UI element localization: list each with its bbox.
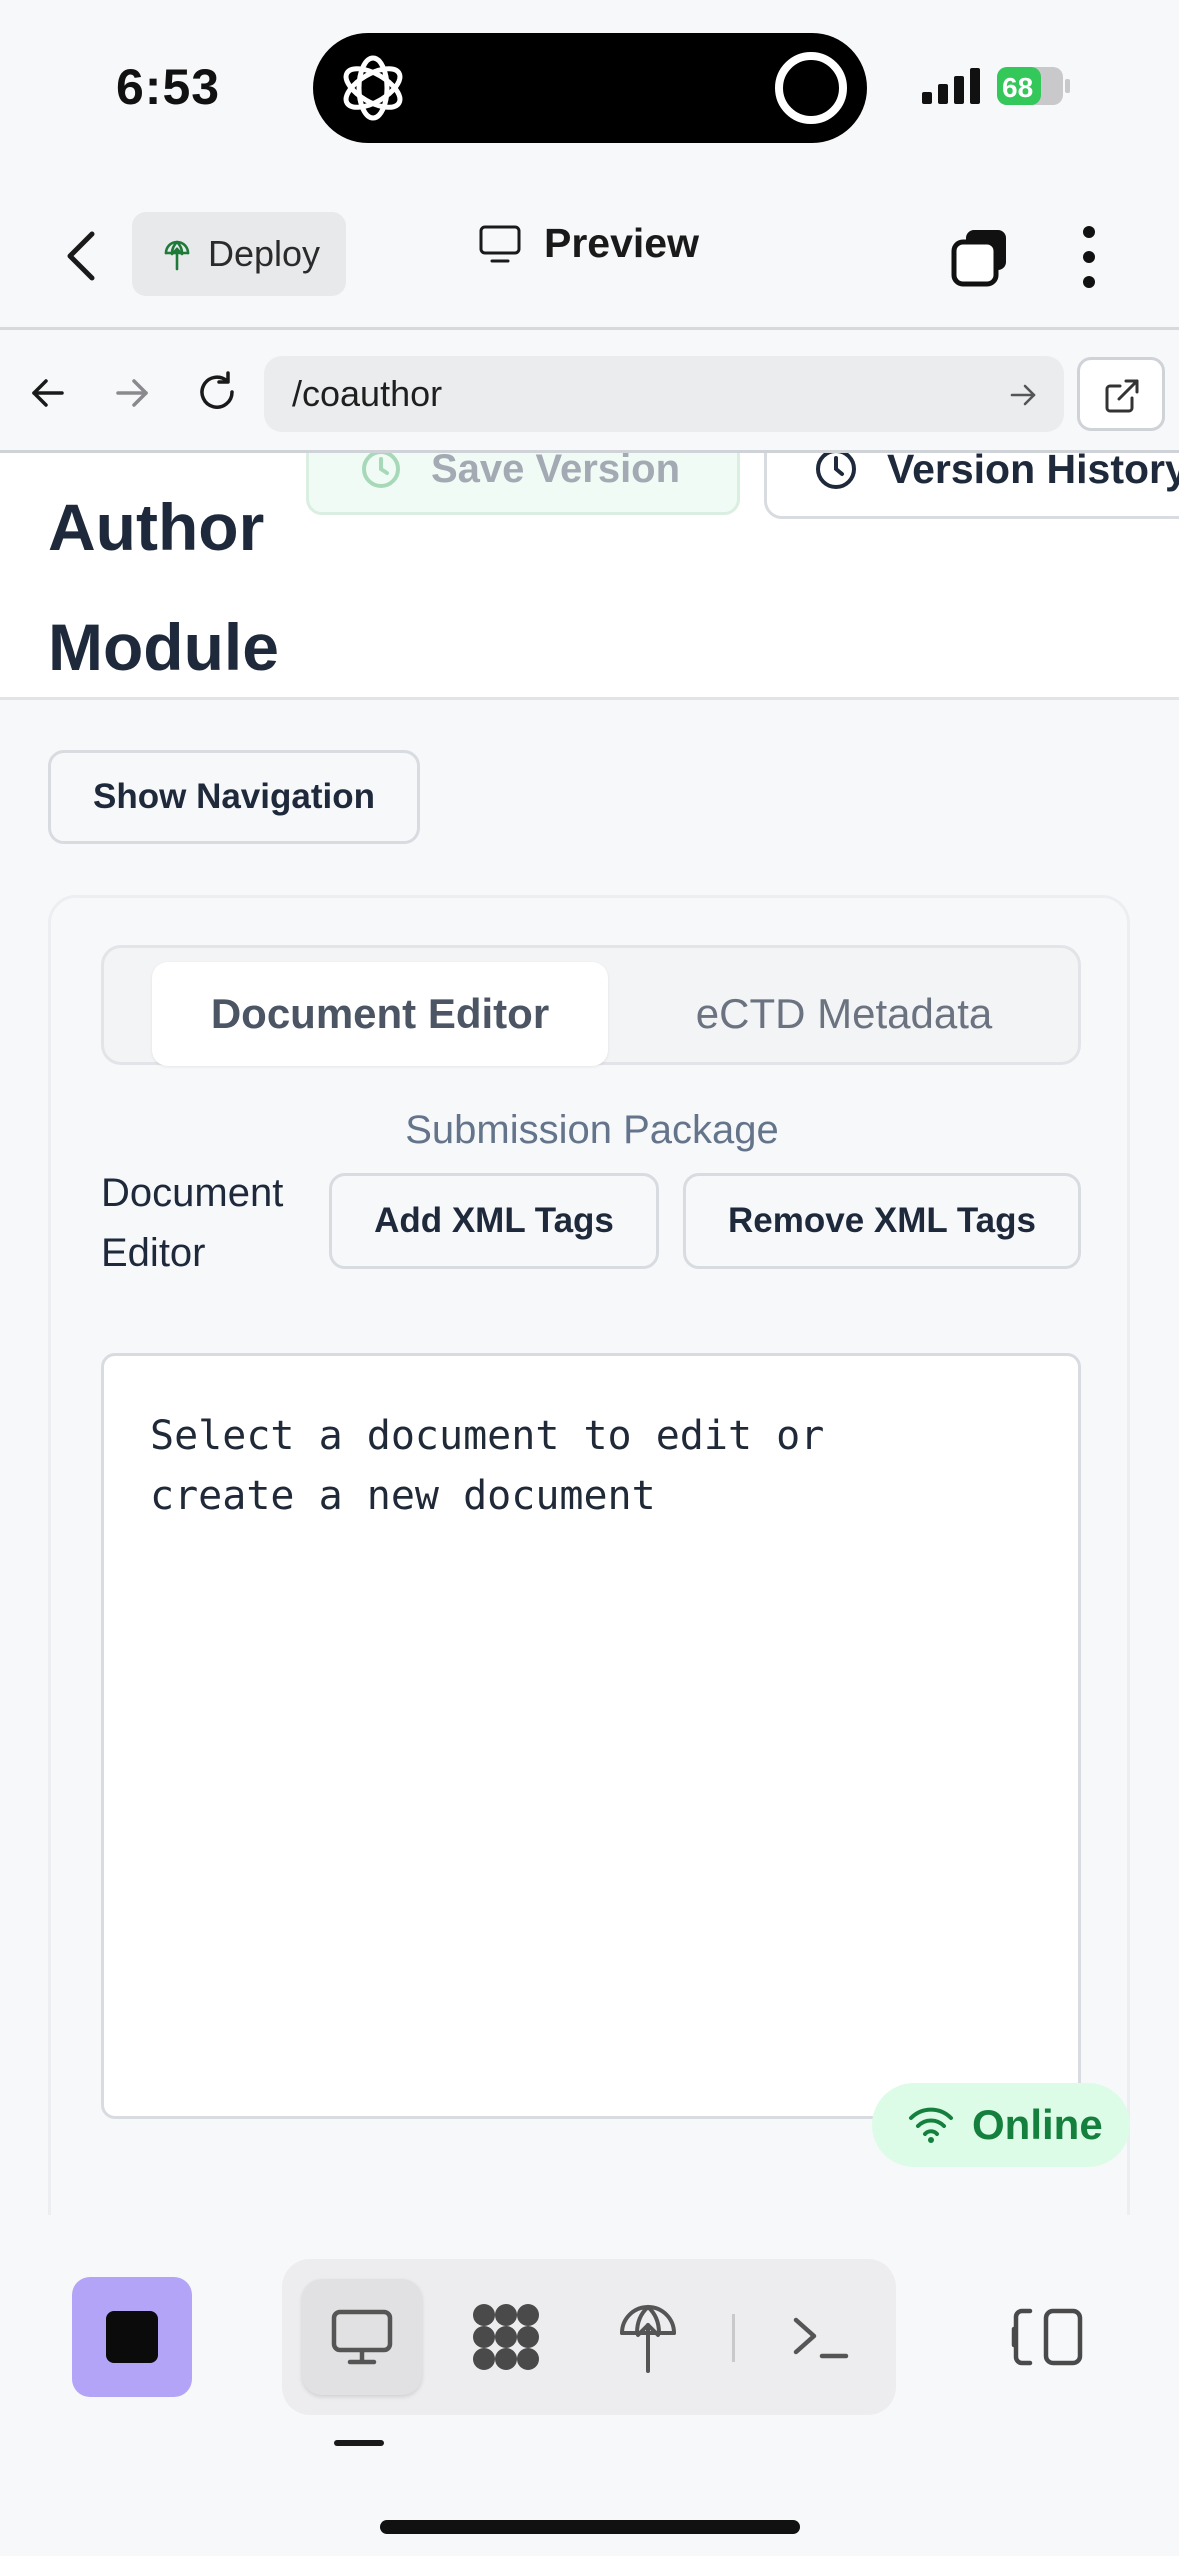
tab-document-editor[interactable]: Document Editor [152, 962, 608, 1066]
deploy-view-button[interactable] [588, 2279, 708, 2395]
terminal-view-button[interactable] [760, 2279, 880, 2395]
openai-logo-icon [343, 55, 403, 121]
show-navigation-button[interactable]: Show Navigation [48, 750, 420, 844]
add-xml-tags-button[interactable]: Add XML Tags [329, 1173, 659, 1269]
bottom-toolbar [0, 2215, 1179, 2556]
activity-ring-icon [775, 52, 847, 124]
page-header: Author Module Save Version Version Histo… [0, 453, 1179, 700]
preview-label: Preview [544, 220, 699, 266]
editor-tabs: Document Editor eCTD Metadata [101, 945, 1081, 1066]
url-field[interactable]: /coauthor [264, 356, 1064, 432]
preview-tab[interactable]: Preview [478, 220, 699, 267]
online-status-label: Online [972, 2101, 1103, 2148]
home-indicator[interactable] [380, 2520, 800, 2534]
editor-placeholder: Select a document to edit or create a ne… [150, 1413, 825, 1519]
toolbar-divider [732, 2314, 735, 2362]
document-editor-textarea[interactable]: Select a document to edit or create a ne… [101, 1353, 1081, 2119]
remove-xml-tags-label: Remove XML Tags [728, 1201, 1036, 1240]
stop-square-icon [106, 2311, 158, 2363]
submission-package-label: Submission Package [405, 1108, 779, 1152]
battery-icon: 68 [997, 67, 1070, 105]
add-xml-tags-label: Add XML Tags [374, 1201, 614, 1240]
deploy-icon [620, 2305, 676, 2373]
desktop-view-button[interactable] [302, 2279, 422, 2395]
apps-grid-icon [473, 2304, 539, 2370]
url-text: /coauthor [292, 373, 443, 414]
apps-view-button[interactable] [446, 2279, 566, 2395]
go-arrow-icon[interactable] [1008, 380, 1038, 410]
save-version-button[interactable]: Save Version [306, 453, 740, 515]
show-navigation-label: Show Navigation [93, 777, 375, 816]
stop-button[interactable] [72, 2277, 192, 2397]
sidebar-toggle-icon[interactable] [1010, 2307, 1084, 2367]
browser-forward-icon[interactable] [112, 373, 152, 413]
back-chevron-icon[interactable] [62, 228, 102, 284]
terminal-icon [793, 2317, 849, 2359]
history-clock-icon [816, 453, 856, 489]
remove-xml-tags-button[interactable]: Remove XML Tags [683, 1173, 1081, 1269]
tabs-switcher-icon[interactable] [948, 226, 1012, 290]
monitor-icon [479, 225, 521, 262]
version-history-label: Version History [887, 453, 1179, 492]
wifi-icon [909, 2107, 953, 2143]
external-link-icon [1105, 379, 1139, 413]
globe-deploy-icon [164, 240, 190, 271]
open-external-button[interactable] [1077, 357, 1165, 431]
deploy-button[interactable]: Deploy [132, 212, 346, 296]
reload-icon[interactable] [194, 369, 240, 415]
browser-bar: /coauthor [0, 333, 1179, 453]
desktop-icon [331, 2309, 393, 2365]
deploy-label: Deploy [208, 233, 321, 274]
save-version-label: Save Version [431, 453, 681, 491]
clock-save-icon [362, 453, 400, 488]
editor-card: Document Editor eCTD Metadata Submission… [48, 895, 1130, 2245]
more-options-icon[interactable] [1078, 224, 1100, 290]
page-title: Author Module [48, 490, 279, 684]
tab-ectd-metadata[interactable]: eCTD Metadata [624, 962, 1064, 1066]
cellular-signal-icon [922, 68, 980, 104]
status-time: 6:53 [116, 59, 221, 115]
version-history-button[interactable]: Version History [764, 453, 1179, 519]
app-top-bar: Deploy Preview [0, 190, 1179, 330]
dynamic-island [313, 33, 867, 143]
battery-level: 68 [1002, 72, 1033, 103]
browser-back-icon[interactable] [28, 373, 68, 413]
view-switcher [282, 2259, 896, 2415]
status-bar: 6:53 68 [0, 0, 1179, 175]
online-status-badge: Online [872, 2083, 1130, 2167]
document-editor-heading: Document Editor [101, 1171, 284, 1275]
active-view-indicator [334, 2440, 384, 2446]
